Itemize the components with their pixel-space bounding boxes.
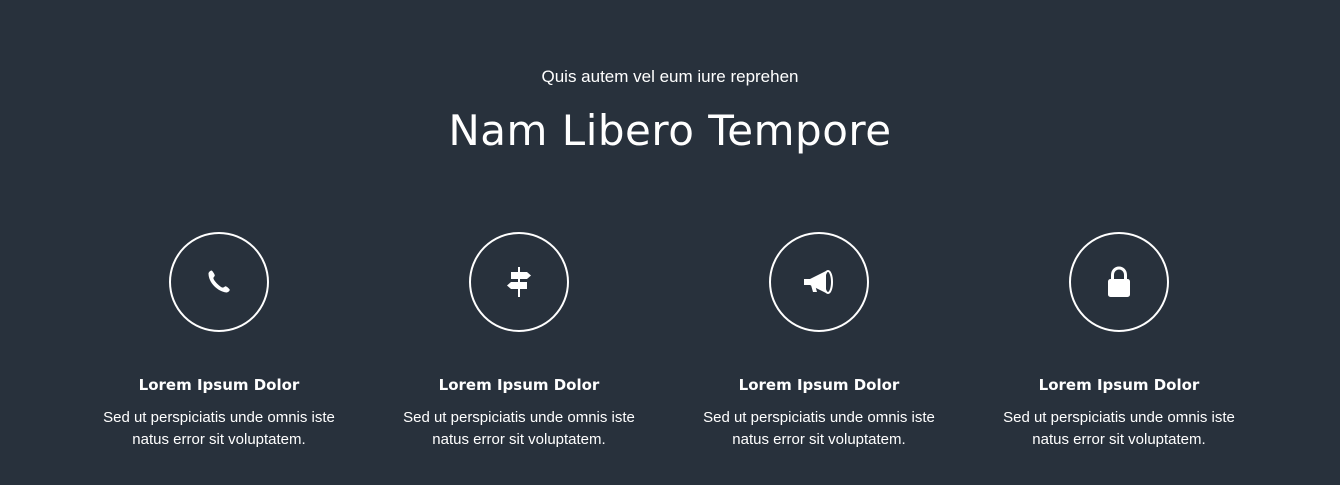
signpost-icon [507, 267, 531, 297]
feature-card: Lorem Ipsum Dolor Sed ut perspiciatis un… [689, 232, 949, 451]
feature-icon-circle[interactable] [469, 232, 569, 332]
features-section: Quis autem vel eum iure reprehen Nam Lib… [0, 0, 1340, 485]
megaphone-icon [804, 270, 833, 294]
lock-icon [1108, 266, 1130, 297]
feature-card: Lorem Ipsum Dolor Sed ut perspiciatis un… [989, 232, 1249, 451]
feature-card: Lorem Ipsum Dolor Sed ut perspiciatis un… [389, 232, 649, 451]
feature-description: Sed ut perspiciatis unde omnis iste natu… [403, 409, 635, 448]
section-title: Nam Libero Tempore [448, 106, 892, 155]
feature-heading: Lorem Ipsum Dolor [438, 376, 600, 394]
section-subtitle: Quis autem vel eum iure reprehen [541, 67, 799, 86]
feature-card: Lorem Ipsum Dolor Sed ut perspiciatis un… [89, 232, 349, 451]
feature-description: Sed ut perspiciatis unde omnis iste natu… [1003, 409, 1235, 448]
feature-heading: Lorem Ipsum Dolor [738, 376, 900, 394]
phone-icon [208, 270, 230, 293]
feature-icon-circle[interactable] [769, 232, 869, 332]
feature-description: Sed ut perspiciatis unde omnis iste natu… [103, 409, 335, 448]
feature-icon-circle[interactable] [1069, 232, 1169, 332]
feature-heading: Lorem Ipsum Dolor [138, 376, 300, 394]
feature-description: Sed ut perspiciatis unde omnis iste natu… [703, 409, 935, 448]
feature-icon-circle[interactable] [169, 232, 269, 332]
feature-heading: Lorem Ipsum Dolor [1038, 376, 1200, 394]
